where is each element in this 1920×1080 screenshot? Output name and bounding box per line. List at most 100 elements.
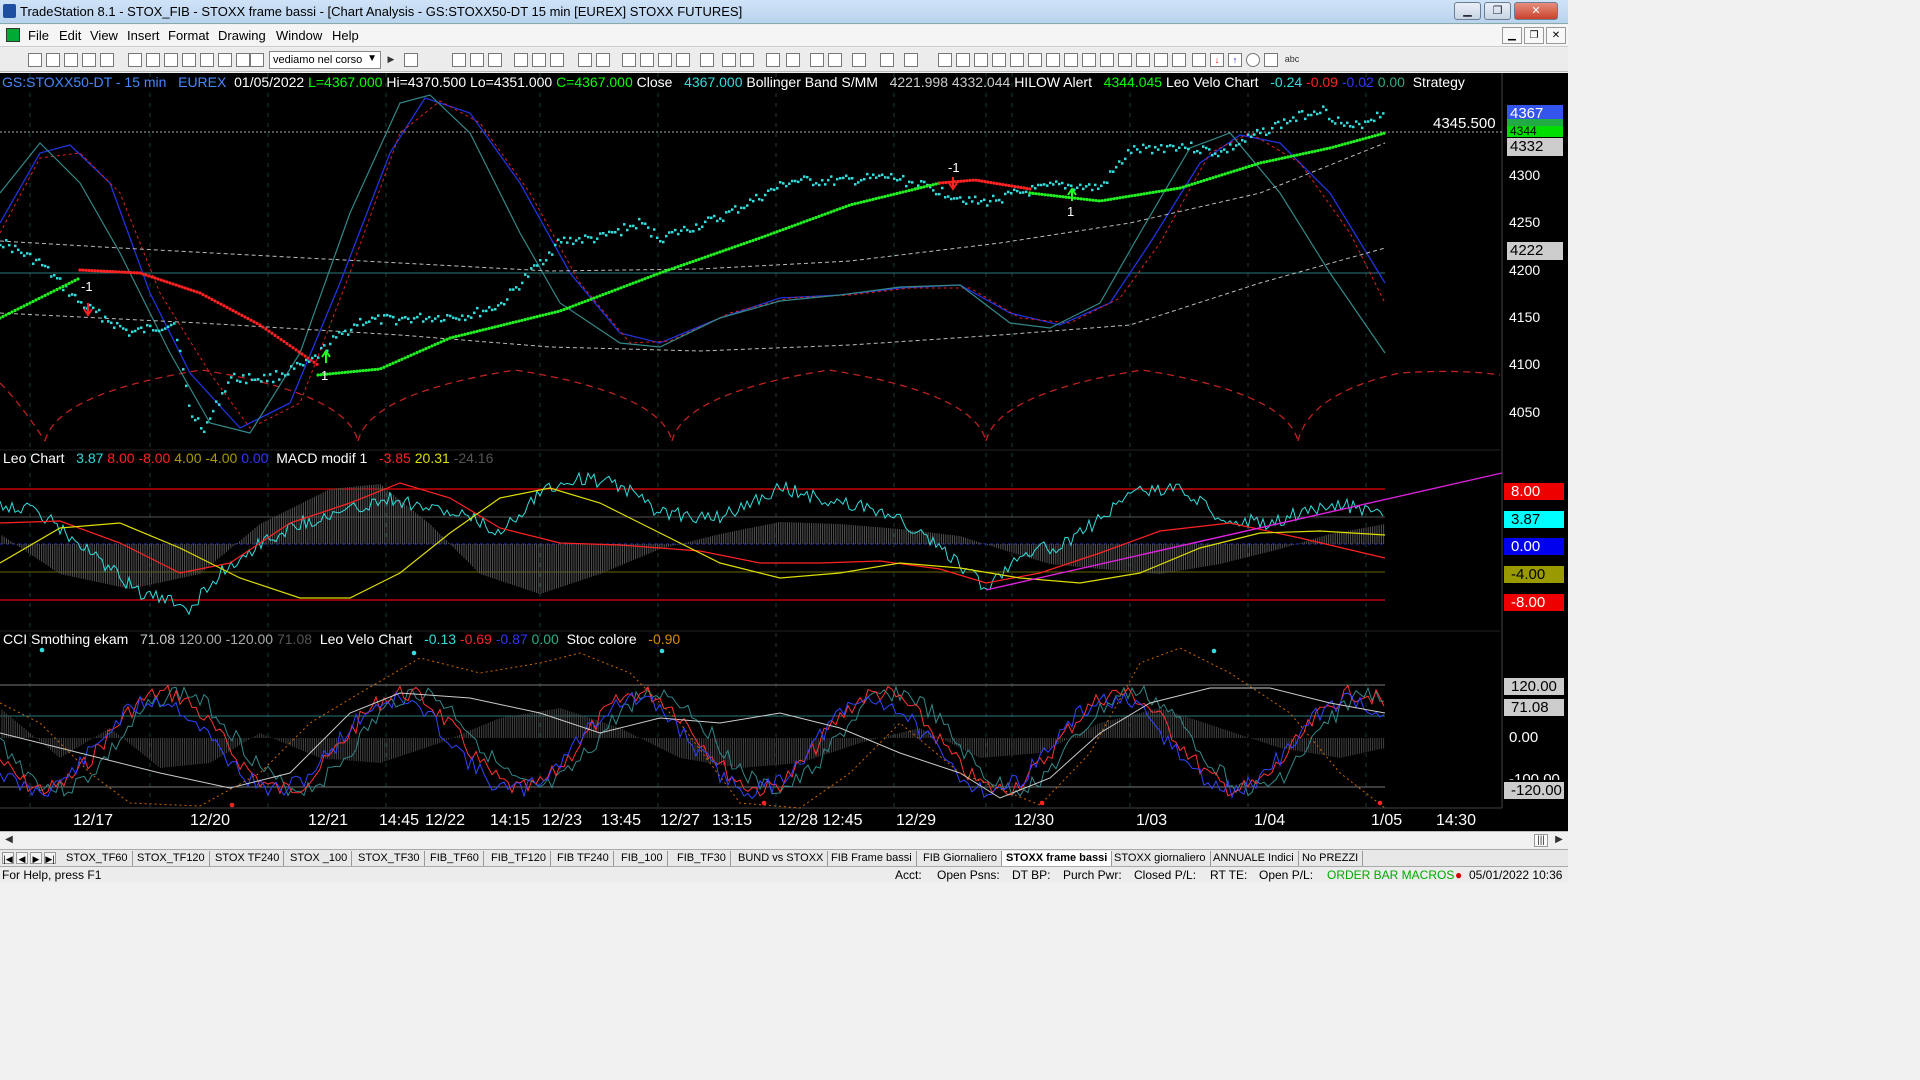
menu-drawing[interactable]: Drawing [218,28,266,43]
menu-edit[interactable]: Edit [59,28,81,43]
rectangle-icon[interactable] [1264,53,1278,67]
tab-fib-tf240[interactable]: FIB TF240 [553,851,614,866]
trendline-icon[interactable] [938,53,952,67]
chart-window-icon[interactable] [452,53,466,67]
paste-icon[interactable] [200,53,214,67]
tab-stox-tf60[interactable]: STOX_TF60 [62,851,133,866]
copy-icon[interactable] [164,53,178,67]
lock-icon[interactable] [218,53,232,67]
andrews-icon[interactable] [1028,53,1042,67]
ruler-icon[interactable] [1118,53,1132,67]
channel-icon[interactable] [992,53,1006,67]
tab-fib-frame-bassi[interactable]: FIB Frame bassi [827,851,917,866]
pen-icon[interactable] [1172,53,1186,67]
tools-icon[interactable] [852,53,866,67]
tab-stox-tf120[interactable]: STOX_TF120 [133,851,210,866]
bar-chart-icon[interactable] [658,53,672,67]
new-icon[interactable] [28,53,42,67]
mdi-close-button[interactable]: ✕ [1546,27,1566,44]
arrow-down-icon[interactable]: ↓ [1210,53,1224,67]
scroll-left-icon[interactable]: ◀ [2,834,16,847]
tab-fib-tf60[interactable]: FIB_TF60 [426,851,484,866]
tab-stox-tf240[interactable]: STOX TF240 [211,851,285,866]
tab-stox-tf30[interactable]: STOX_TF30 [354,851,425,866]
tab-stoxx-frame-bassi[interactable]: STOXX frame bassi [1002,851,1113,866]
tab-last-icon[interactable]: ▶| [44,852,56,864]
expand-icon[interactable] [722,53,736,67]
print-icon[interactable] [128,53,142,67]
menu-help[interactable]: Help [332,28,359,43]
mdi-restore-button[interactable]: ❐ [1524,27,1544,44]
tab-no-prezzi[interactable]: No PREZZI [1298,851,1364,866]
compress-icon[interactable] [740,53,754,67]
orders-icon[interactable] [578,53,592,67]
zoom-bars-icon[interactable] [700,53,714,67]
globe-icon[interactable] [250,53,264,67]
zoom-in-icon[interactable] [766,53,780,67]
menu-file[interactable]: File [28,28,49,43]
matrix-icon[interactable] [488,53,502,67]
speedline-icon[interactable] [1046,53,1060,67]
find-icon[interactable] [404,53,418,67]
scroll-right-icon[interactable]: ▶ [1552,834,1566,847]
tab-first-icon[interactable]: |◀ [2,852,14,864]
folder-icon[interactable] [100,53,114,67]
workspace-icon[interactable] [82,53,96,67]
hline-icon[interactable] [974,53,988,67]
horizontal-scrollbar[interactable]: ◀ ||| ▶ [0,831,1568,849]
account-icon[interactable] [596,53,610,67]
zoom-out-icon[interactable] [786,53,800,67]
tab-fib-100[interactable]: FIB_100 [617,851,668,866]
tab-fib-giornaliero[interactable]: FIB Giornaliero [919,851,1002,866]
tab-fib-tf30[interactable]: FIB_TF30 [673,851,731,866]
chart-window[interactable]: GS:STOXX50-DT - 15 min EUREX 01/05/2022 … [0,73,1568,831]
open-icon[interactable] [46,53,60,67]
portfolio-icon[interactable] [550,53,564,67]
data-window-icon[interactable] [880,53,894,67]
text-tool-icon[interactable]: abc [1282,53,1302,67]
restore-button[interactable]: ❐ [1484,2,1511,20]
workspace-select[interactable]: vediamo nel corso ▼ [269,51,381,69]
document-icon[interactable] [6,28,20,42]
menu-format[interactable]: Format [168,28,209,43]
tab-fib-tf120[interactable]: FIB_TF120 [487,851,552,866]
arrow-up-icon[interactable]: ↑ [1228,53,1242,67]
tab-bund-vs-stoxx[interactable]: BUND vs STOXX [734,851,829,866]
minimize-button[interactable]: ▁ [1454,2,1481,20]
cut-icon[interactable] [182,53,196,67]
chart-icon[interactable] [236,53,250,67]
mdi-minimize-button[interactable]: ▁ [1502,27,1522,44]
tab-next-icon[interactable]: ▶ [30,852,42,864]
preview-icon[interactable] [146,53,160,67]
radar-icon[interactable] [470,53,484,67]
optionstation-icon[interactable] [532,53,546,67]
menu-insert[interactable]: Insert [127,28,160,43]
status-macros[interactable]: ORDER BAR MACROS [1327,868,1454,882]
save-icon[interactable] [64,53,78,67]
cycle-icon[interactable] [1064,53,1078,67]
gann-icon[interactable] [1082,53,1096,67]
ellipse-icon[interactable] [1246,53,1260,67]
indicator-icon[interactable] [622,53,636,67]
candle-icon[interactable] [676,53,690,67]
tab-stoxx-giornaliero[interactable]: STOXX giornaliero [1110,851,1211,866]
cursor-data-icon[interactable] [828,53,842,67]
strategy-icon[interactable] [640,53,654,67]
fib-arc-icon[interactable] [1010,53,1024,67]
pointer-icon[interactable] [810,53,824,67]
tab-annuale-indici[interactable]: ANNUALE Indici [1209,851,1299,866]
scanner-icon[interactable] [514,53,528,67]
tab-stox-100[interactable]: STOX _100 [286,851,353,866]
play-icon[interactable]: ▶ [384,53,398,67]
curve-icon[interactable] [1192,53,1206,67]
close-button[interactable]: ✕ [1514,2,1558,20]
hide-icon[interactable] [904,53,918,67]
menu-window[interactable]: Window [276,28,322,43]
vline-icon[interactable] [956,53,970,67]
regression-icon[interactable] [1100,53,1114,67]
spiral-icon[interactable] [1154,53,1168,67]
tab-prev-icon[interactable]: ◀ [16,852,28,864]
scroll-thumb[interactable]: ||| [1534,834,1548,847]
menu-view[interactable]: View [90,28,118,43]
arc-icon[interactable] [1136,53,1150,67]
